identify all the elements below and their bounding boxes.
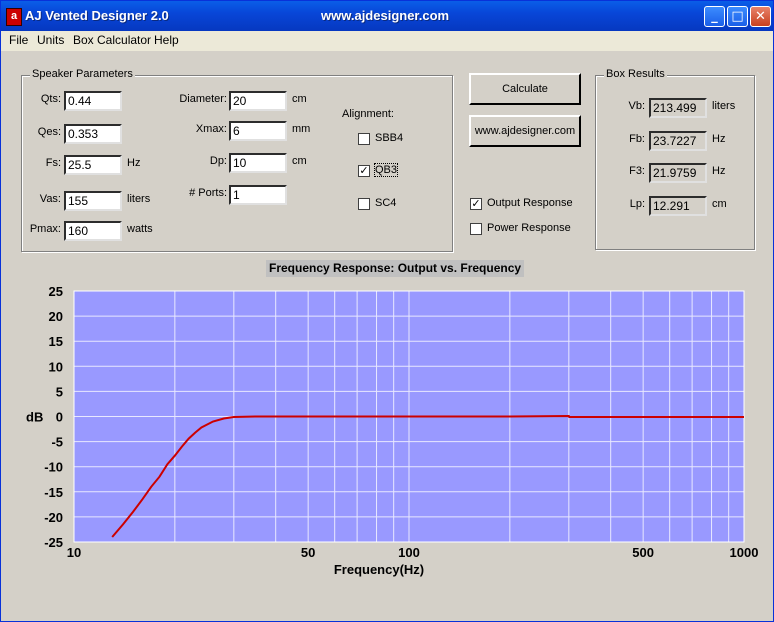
frequency-response-chart: 2520151050-5-10-15-20-2510 50 100 500 1000dB… <box>26 284 759 577</box>
y-tick-label: -10 <box>44 460 63 475</box>
y-tick-label: -5 <box>51 435 63 450</box>
y-tick-label: 20 <box>49 309 63 324</box>
y-tick-label: 10 <box>49 359 63 374</box>
client-area: Speaker Parameters Qts: Qes: Fs: Hz Vas:… <box>1 51 773 621</box>
window-title: AJ Vented Designer 2.0 <box>25 8 169 23</box>
menu-help[interactable]: Help <box>154 33 179 47</box>
app-icon[interactable]: a <box>6 8 22 26</box>
x-axis-label: Frequency(Hz) <box>334 562 424 577</box>
app-window: a AJ Vented Designer 2.0 www.ajdesigner.… <box>0 0 774 622</box>
y-tick-label: 25 <box>49 284 63 299</box>
menu-box-calculator[interactable]: Box Calculator <box>73 33 151 47</box>
x-tick-label: 100 <box>398 545 420 560</box>
menu-file[interactable]: File <box>9 33 28 47</box>
x-tick-label: 10 <box>67 545 81 560</box>
y-axis-label: dB <box>26 410 43 425</box>
y-tick-label: -15 <box>44 485 63 500</box>
y-tick-label: -25 <box>44 535 63 550</box>
menu-units[interactable]: Units <box>37 33 64 47</box>
y-tick-label: 5 <box>56 384 63 399</box>
minimize-icon[interactable]: _ <box>704 6 725 27</box>
title-bar[interactable]: a AJ Vented Designer 2.0 www.ajdesigner.… <box>1 1 773 31</box>
x-tick-label: 500 <box>632 545 654 560</box>
y-tick-label: 0 <box>56 410 63 425</box>
maximize-icon[interactable]: □ <box>727 6 748 27</box>
y-tick-label: -20 <box>44 510 63 525</box>
close-icon[interactable]: ✕ <box>750 6 771 27</box>
x-tick-label: 50 <box>301 545 315 560</box>
title-url: www.ajdesigner.com <box>321 8 450 23</box>
menu-bar: File Units Box Calculator Help <box>1 31 773 51</box>
y-tick-label: 15 <box>49 334 63 349</box>
x-tick-label: 1000 <box>730 545 759 560</box>
